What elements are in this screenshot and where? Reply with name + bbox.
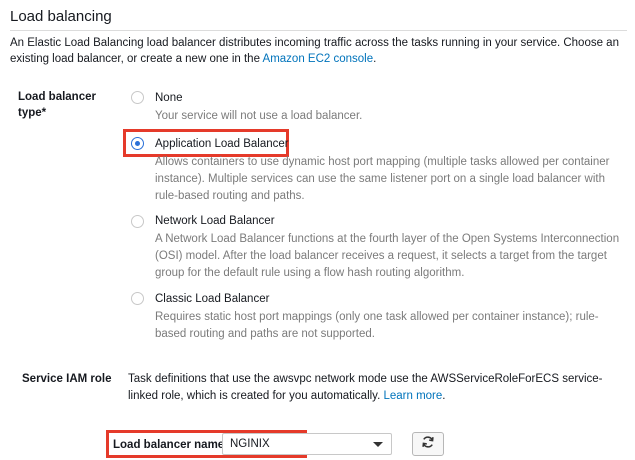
intro-paragraph: An Elastic Load Balancing load balancer … [10, 35, 630, 67]
radio-none[interactable] [131, 91, 144, 104]
section-divider [10, 30, 627, 31]
iam-role-description: Task definitions that use the awsvpc net… [128, 373, 603, 402]
option-description-classic-load-balancer: Requires static host port mappings (only… [155, 311, 599, 340]
option-label-network-load-balancer[interactable]: Network Load Balancer [155, 213, 275, 229]
option-label-application-load-balancer[interactable]: Application Load Balancer [155, 136, 289, 152]
option-label-classic-load-balancer[interactable]: Classic Load Balancer [155, 291, 269, 307]
intro-end: . [373, 53, 377, 65]
service-iam-role-text: Task definitions that use the awsvpc net… [128, 371, 628, 405]
radio-selected-dot [135, 141, 140, 146]
refresh-icon [421, 435, 435, 454]
option-description-network-load-balancer: A Network Load Balancer functions at the… [155, 233, 620, 279]
amazon-ec2-console-link[interactable]: Amazon EC2 console [263, 53, 374, 65]
option-description-application-load-balancer: Allows containers to use dynamic host po… [155, 156, 610, 202]
service-iam-role-label: Service IAM role [22, 373, 112, 385]
section-title: Load balancing [10, 8, 112, 25]
option-description-none: Your service will not use a load balance… [155, 110, 363, 122]
radio-classic-load-balancer[interactable] [131, 292, 144, 305]
refresh-button[interactable] [412, 432, 444, 456]
learn-more-link[interactable]: Learn more [383, 390, 442, 402]
load-balancer-name-select[interactable]: NGINIX [222, 433, 392, 455]
option-label-none[interactable]: None [155, 90, 183, 106]
caret-down-icon [373, 442, 383, 447]
load-balancer-name-value: NGINIX [230, 438, 270, 450]
load-balancer-name-label: Load balancer name [113, 439, 225, 451]
load-balancer-type-label: Load balancer type* [18, 91, 96, 119]
radio-network-load-balancer[interactable] [131, 215, 144, 228]
radio-application-load-balancer[interactable] [131, 137, 144, 150]
iam-role-end: . [442, 390, 446, 402]
